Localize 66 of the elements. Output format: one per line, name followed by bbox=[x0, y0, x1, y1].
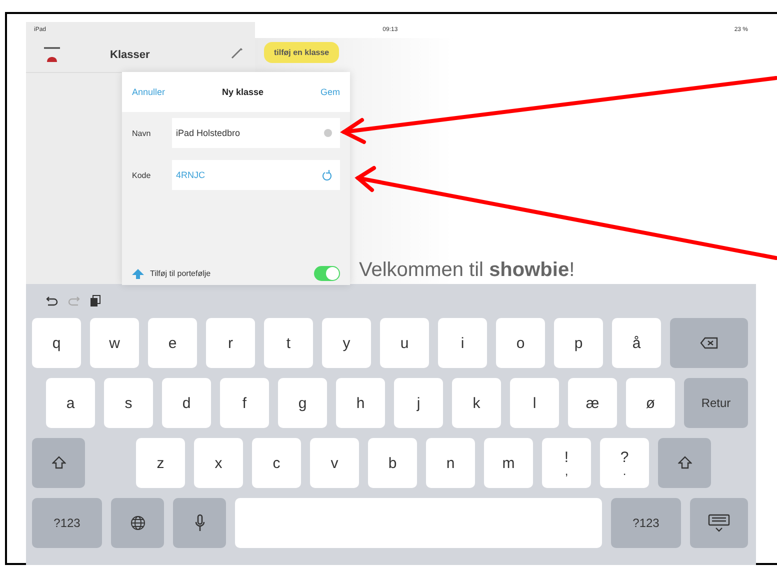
numbers-key[interactable]: ?123 bbox=[611, 498, 681, 548]
letter-key[interactable]: e bbox=[148, 318, 197, 368]
field-label: Navn bbox=[132, 128, 152, 138]
letter-key[interactable]: l bbox=[510, 378, 559, 428]
letter-key[interactable]: å bbox=[612, 318, 661, 368]
portfolio-toggle[interactable] bbox=[314, 266, 340, 281]
shift-key[interactable] bbox=[658, 438, 711, 488]
letter-key[interactable]: æ bbox=[568, 378, 617, 428]
letter-key[interactable]: y bbox=[322, 318, 371, 368]
letter-key[interactable]: t bbox=[264, 318, 313, 368]
globe-key[interactable] bbox=[111, 498, 164, 548]
wrench-icon bbox=[231, 47, 243, 59]
letter-key[interactable]: n bbox=[426, 438, 475, 488]
letter-key[interactable]: f bbox=[220, 378, 269, 428]
shift-icon bbox=[678, 456, 692, 470]
microphone-icon bbox=[194, 514, 204, 532]
space-key[interactable] bbox=[235, 498, 602, 548]
letter-key[interactable]: o bbox=[496, 318, 545, 368]
shift-key[interactable] bbox=[32, 438, 85, 488]
letter-key[interactable]: x bbox=[194, 438, 243, 488]
letter-key[interactable]: u bbox=[380, 318, 429, 368]
backspace-key[interactable] bbox=[670, 318, 748, 368]
letter-key[interactable]: k bbox=[452, 378, 501, 428]
punctuation-key[interactable]: ? . bbox=[600, 438, 649, 488]
dialog-title: Ny klasse bbox=[222, 87, 264, 97]
input-field[interactable]: iPad Holstedbro bbox=[172, 118, 340, 148]
letter-key[interactable]: a bbox=[46, 378, 95, 428]
letter-key[interactable]: h bbox=[336, 378, 385, 428]
letter-key[interactable]: q bbox=[32, 318, 81, 368]
refresh-icon bbox=[322, 170, 332, 180]
letter-key[interactable]: v bbox=[310, 438, 359, 488]
field-value: iPad Holstedbro bbox=[176, 128, 240, 138]
clear-icon bbox=[324, 129, 332, 137]
field-value: 4RNJC bbox=[176, 170, 206, 180]
letter-key[interactable]: z bbox=[136, 438, 185, 488]
welcome-heading: Velkommen til showbie! bbox=[359, 259, 575, 283]
letter-key[interactable]: g bbox=[278, 378, 327, 428]
menu-icon bbox=[44, 47, 60, 63]
portfolio-icon bbox=[132, 268, 144, 278]
microphone-key[interactable] bbox=[173, 498, 226, 548]
letter-key[interactable]: p bbox=[554, 318, 603, 368]
undo-icon bbox=[46, 296, 58, 306]
numbers-key[interactable]: ?123 bbox=[32, 498, 102, 548]
letter-key[interactable]: b bbox=[368, 438, 417, 488]
punctuation-key[interactable]: ! , bbox=[542, 438, 591, 488]
letter-key[interactable]: c bbox=[252, 438, 301, 488]
field-label: Kode bbox=[132, 170, 152, 180]
sidebar-title: Klasser bbox=[110, 49, 150, 61]
letter-key[interactable]: r bbox=[206, 318, 255, 368]
add-class-tooltip[interactable]: tilføj en klasse bbox=[264, 42, 340, 63]
letter-key[interactable]: j bbox=[394, 378, 443, 428]
letter-key[interactable]: m bbox=[484, 438, 533, 488]
letter-key[interactable]: i bbox=[438, 318, 487, 368]
hide-keyboard-key[interactable] bbox=[690, 498, 748, 548]
return-key[interactable]: Retur bbox=[684, 378, 748, 428]
redo-icon bbox=[68, 296, 80, 306]
backspace-icon bbox=[700, 337, 718, 349]
letter-key[interactable]: s bbox=[104, 378, 153, 428]
portfolio-label: Tilføj til portefølje bbox=[150, 269, 212, 278]
globe-icon bbox=[130, 515, 146, 531]
letter-key[interactable]: ø bbox=[626, 378, 675, 428]
letter-key[interactable]: d bbox=[162, 378, 211, 428]
shift-icon bbox=[52, 456, 66, 470]
letter-key[interactable]: w bbox=[90, 318, 139, 368]
keyboard-icon bbox=[708, 514, 730, 532]
paste-icon bbox=[90, 295, 101, 307]
